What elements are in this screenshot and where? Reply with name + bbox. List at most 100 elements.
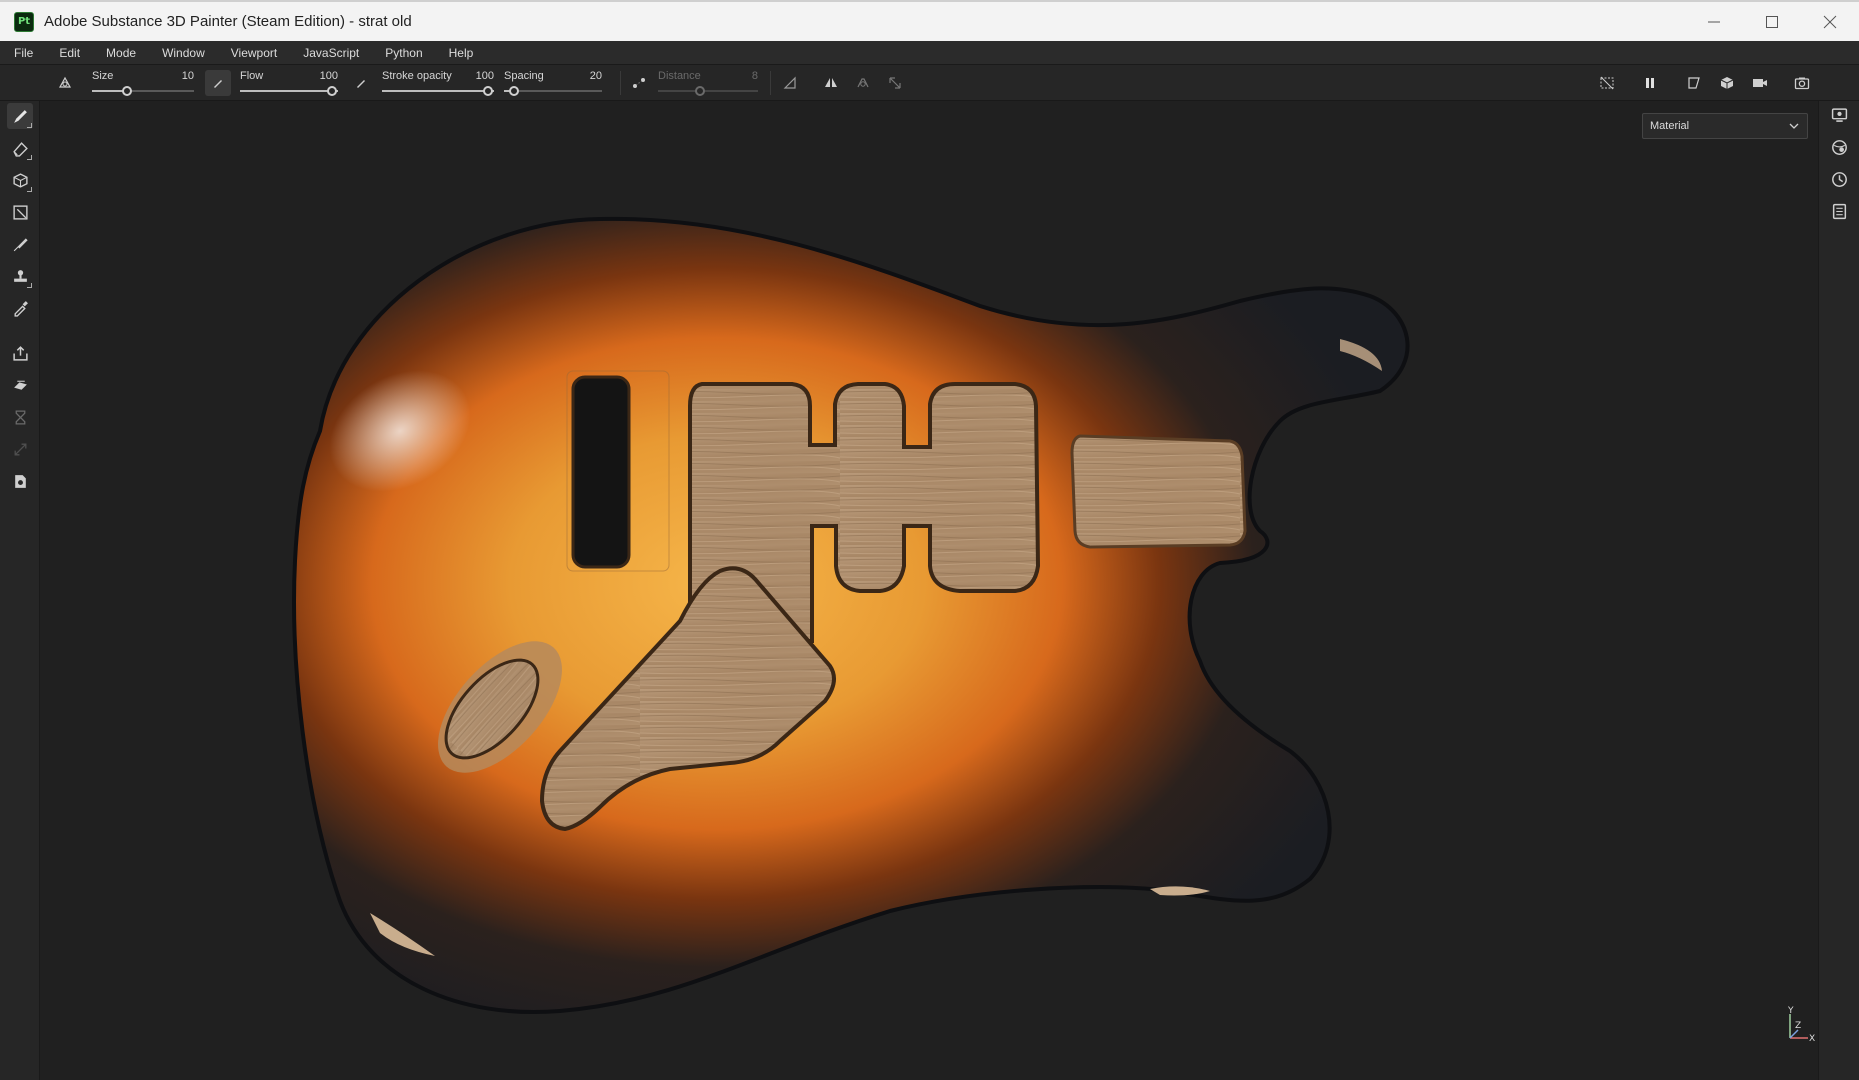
paint-tool-button[interactable] <box>7 103 33 129</box>
brush-preset-icon <box>58 76 72 88</box>
hourglass-icon <box>15 409 25 425</box>
pause-engine-button[interactable] <box>1637 70 1663 96</box>
smudge-tool-button[interactable] <box>7 231 33 257</box>
stroke-opacity-label: Stroke opacity <box>382 70 452 82</box>
menu-mode[interactable]: Mode <box>92 46 148 60</box>
stroke-opacity-pen-pressure-toggle[interactable] <box>348 70 374 96</box>
distance-label: Distance <box>658 70 701 82</box>
bake-mesh-maps-button[interactable] <box>7 372 33 398</box>
view-2d3d-icon <box>1688 77 1700 89</box>
stroke-opacity-value: 100 <box>475 70 494 82</box>
globe-icon <box>1831 139 1847 155</box>
symmetry-icon <box>825 78 837 87</box>
menu-javascript[interactable]: JavaScript <box>289 46 371 60</box>
spacing-label: Spacing <box>504 70 544 82</box>
tool-options-bar: Size 10 Flow 100 Stroke opacity 100 Spac… <box>0 65 1859 101</box>
spacing-slider-handle[interactable] <box>508 86 519 96</box>
size-slider-handle[interactable] <box>121 86 132 96</box>
stroke-opacity-slider-handle[interactable] <box>483 86 494 96</box>
guitar-body-model[interactable] <box>40 101 1818 1080</box>
cube-icon <box>1720 77 1734 89</box>
3d-viewport[interactable]: Material Y Z X <box>40 101 1818 1080</box>
transform-arrows-icon <box>14 443 26 455</box>
flow-pen-pressure-toggle[interactable] <box>205 70 231 96</box>
brush-preset-button[interactable] <box>52 70 78 96</box>
menu-file[interactable]: File <box>0 46 45 60</box>
axis-z-label: Z <box>1795 1021 1801 1031</box>
smudge-icon <box>13 237 28 251</box>
hide-ui-toggle[interactable] <box>1594 70 1620 96</box>
export-textures-button[interactable] <box>7 340 33 366</box>
screenshot-button[interactable] <box>1789 70 1815 96</box>
bake-icon <box>13 380 27 390</box>
color-picker-tool-button[interactable] <box>7 295 33 321</box>
viewport-mode-dropdown[interactable]: Material <box>1642 113 1808 139</box>
pen-pressure-icon <box>357 80 365 88</box>
display-settings-dropdown[interactable] <box>1714 70 1740 96</box>
window-title: Adobe Substance 3D Painter (Steam Editio… <box>44 13 412 30</box>
app-logo-icon: Pt <box>14 11 34 32</box>
video-camera-icon <box>1753 79 1767 87</box>
lazy-mouse-icon <box>633 78 645 88</box>
projection-icon <box>12 172 28 188</box>
spacing-slider[interactable]: Spacing 20 <box>504 68 602 100</box>
distance-slider: Distance 8 <box>658 68 758 100</box>
display-settings-icon <box>1831 107 1847 122</box>
maximize-button[interactable] <box>1743 2 1801 41</box>
panels-sidebar <box>1818 101 1859 1080</box>
axis-gizmo: Y Z X <box>1787 1006 1815 1044</box>
window-controls <box>1685 2 1859 41</box>
flow-value: 100 <box>319 70 338 82</box>
eyedropper-icon <box>13 300 28 317</box>
app-window: Pt Adobe Substance 3D Painter (Steam Edi… <box>0 0 1859 1080</box>
camera-icon <box>1794 77 1810 90</box>
menu-edit[interactable]: Edit <box>45 46 92 60</box>
menu-python[interactable]: Python <box>371 46 434 60</box>
maximize-icon <box>1766 15 1778 28</box>
distance-slider-handle <box>695 86 705 96</box>
polygon-fill-icon <box>12 204 28 220</box>
close-button[interactable] <box>1801 2 1859 41</box>
clone-tool-button[interactable] <box>7 263 33 289</box>
lazy-mouse-toggle[interactable] <box>626 70 652 96</box>
symmetry-toggle[interactable] <box>818 70 844 96</box>
transform-symmetry-button[interactable] <box>882 70 908 96</box>
spacing-value: 20 <box>589 70 602 82</box>
pause-icon <box>1646 78 1654 88</box>
minimize-button[interactable] <box>1685 2 1743 41</box>
log-icon <box>1832 203 1846 219</box>
alignment-button[interactable] <box>777 70 803 96</box>
size-value: 10 <box>181 70 194 82</box>
title-bar: Pt Adobe Substance 3D Painter (Steam Edi… <box>0 0 1859 41</box>
auto-unwrap-button[interactable] <box>7 468 33 494</box>
symmetry-settings-button[interactable] <box>850 70 876 96</box>
flow-slider-handle[interactable] <box>327 86 338 96</box>
eraser-tool-button[interactable] <box>7 135 33 161</box>
chevron-down-icon <box>1789 123 1799 129</box>
hide-ui-icon <box>1600 76 1614 90</box>
stroke-opacity-slider[interactable]: Stroke opacity 100 <box>382 68 494 100</box>
symmetry-settings-icon <box>857 78 869 88</box>
eraser-icon <box>12 141 28 157</box>
alignment-icon <box>783 76 796 89</box>
menu-viewport[interactable]: Viewport <box>217 46 289 60</box>
view-mode-dropdown[interactable] <box>1681 70 1707 96</box>
display-settings-panel-button[interactable] <box>1827 103 1851 127</box>
size-slider[interactable]: Size 10 <box>92 68 194 100</box>
history-panel-button[interactable] <box>1827 167 1851 191</box>
polygon-fill-tool-button[interactable] <box>7 199 33 225</box>
projection-tool-button[interactable] <box>7 167 33 193</box>
log-panel-button[interactable] <box>1827 199 1851 223</box>
shader-settings-panel-button[interactable] <box>1827 135 1851 159</box>
axis-x-label: X <box>1809 1034 1815 1044</box>
pen-pressure-icon <box>214 80 222 88</box>
axis-y-label: Y <box>1787 1006 1794 1016</box>
iray-renderer-button[interactable] <box>7 404 33 430</box>
menu-window[interactable]: Window <box>148 46 217 60</box>
history-icon <box>1831 171 1847 187</box>
menu-bar: File Edit Mode Window Viewport JavaScrip… <box>0 41 1859 65</box>
camera-settings-dropdown[interactable] <box>1747 70 1773 96</box>
size-label: Size <box>92 70 114 82</box>
flow-slider[interactable]: Flow 100 <box>240 68 338 100</box>
menu-help[interactable]: Help <box>435 46 486 60</box>
